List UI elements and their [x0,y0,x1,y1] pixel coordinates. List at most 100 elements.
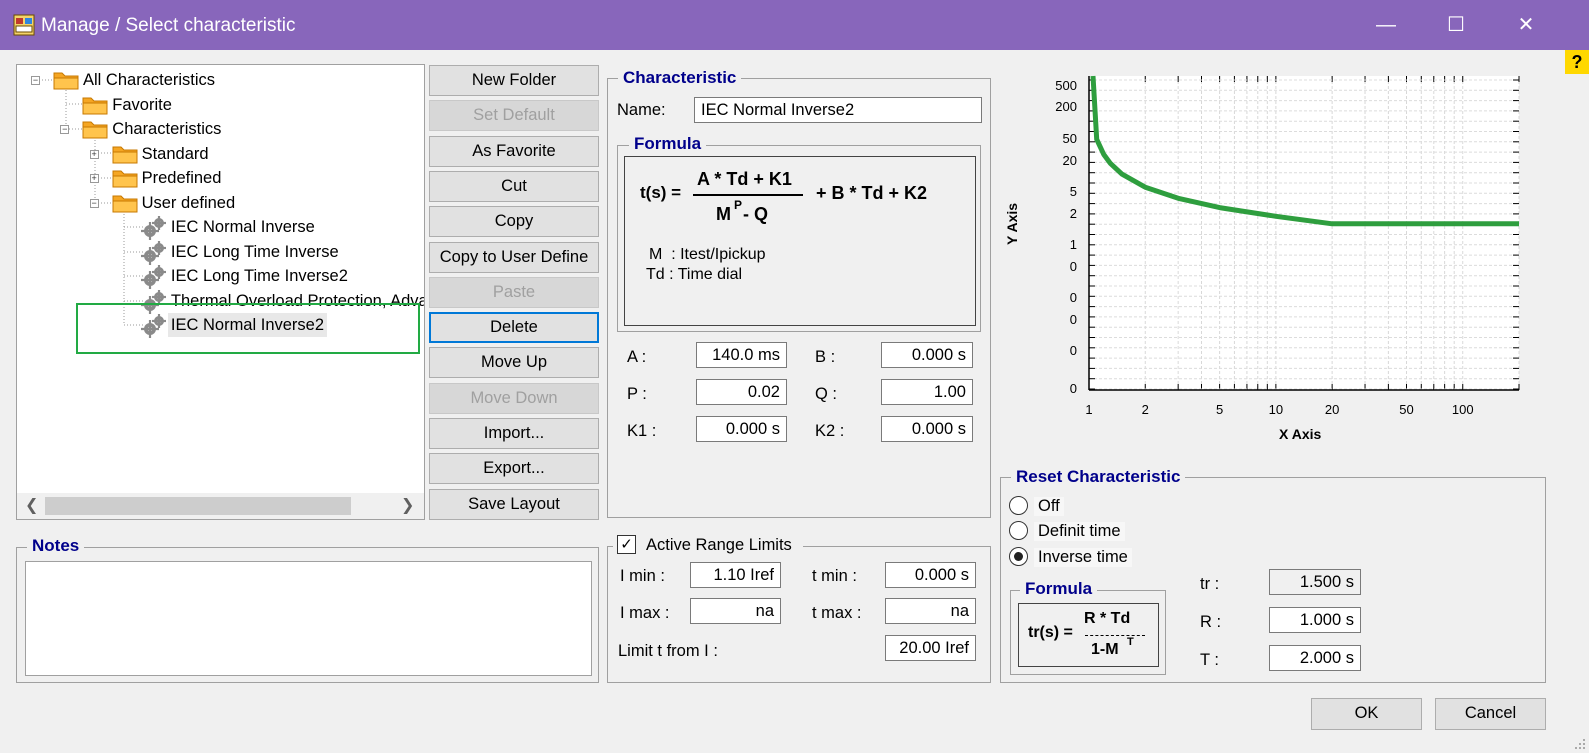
param-k1-label: K1 : [627,422,657,440]
app-icon [13,14,35,36]
tree-node-label: IEC Normal Inverse [170,218,315,236]
chart-x-tick-label: 1 [1085,402,1092,417]
scroll-left-icon[interactable]: ❮ [25,495,38,515]
chart-x-tick-label: 10 [1269,402,1283,417]
export-button[interactable]: Export... [429,453,599,485]
t-min-label: t min : [812,567,857,585]
param-k2-input[interactable]: 0.000 s [881,416,973,442]
tree-node[interactable]: − User defined [17,191,424,215]
chart-y-tick-label: 0 [1070,343,1077,358]
chart-y-tick-label: 5 [1070,184,1077,199]
chart-series-line [1090,75,1519,227]
param-b-input[interactable]: 0.000 s [881,342,973,368]
tree-node-label: User defined [141,193,236,212]
tree-node-label: Characteristics [112,120,222,138]
reset-formula-title: Formula [1020,579,1098,599]
reset-formula-lhs: tr(s) = [1028,624,1073,641]
name-input[interactable]: IEC Normal Inverse2 [694,97,982,123]
scroll-thumb[interactable] [45,497,351,515]
limit-t-input[interactable]: 20.00 Iref [885,635,976,661]
scroll-right-icon[interactable]: ❯ [401,495,414,515]
tree-node[interactable]: IEC Long Time Inverse [17,240,424,265]
reset-inverse-time-radio[interactable] [1009,547,1028,566]
tree-node-label: All Characteristics [83,71,216,89]
param-b-label: B : [815,348,836,366]
reset-off-radio[interactable] [1009,496,1028,515]
save-layout-button[interactable]: Save Layout [429,488,599,520]
new-folder-button[interactable]: New Folder [429,65,599,96]
paste-button[interactable]: Paste [429,276,599,308]
expand-icon[interactable]: + [89,174,99,183]
expand-icon[interactable]: + [89,149,99,159]
reset-definit-time-label: Definit time [1034,522,1125,541]
formula-legend-td: Td : Time dial [646,266,743,283]
reset-r-input[interactable]: 1.000 s [1269,607,1361,633]
chart-x-tick-label: 5 [1216,402,1223,417]
notes-title: Notes [27,536,85,556]
i-max-input[interactable]: na [690,598,781,624]
tree-node[interactable]: IEC Long Time Inverse2 [17,264,424,289]
chart-y-tick-label: 0 [1070,381,1077,396]
chart-y-axis-label: Y Axis [1004,202,1020,245]
selection-highlight [76,303,420,354]
chart-svg: 1 2 5 10 20 50 100500200502052100000 [1055,75,1520,417]
chart-x-axis-label: X Axis [1279,426,1322,442]
minimize-button[interactable]: — [1351,0,1421,50]
tree-node-label: IEC Long Time Inverse2 [170,267,348,285]
reset-definit-time-radio[interactable] [1009,521,1028,540]
param-p-label: P : [627,385,647,403]
delete-button[interactable]: Delete [429,312,599,344]
tree-node[interactable]: + Standard [17,142,424,166]
close-button[interactable]: ✕ [1491,0,1561,50]
param-k1-input[interactable]: 0.000 s [696,416,787,442]
move-down-button[interactable]: Move Down [429,382,599,414]
t-min-input[interactable]: 0.000 s [885,562,976,588]
collapse-icon[interactable]: − [89,198,99,208]
ok-button[interactable]: OK [1311,698,1422,730]
reset-tr-input[interactable]: 1.500 s [1269,569,1361,595]
name-label: Name: [617,101,666,119]
collapse-icon[interactable]: − [60,125,70,134]
reset-t-label: T : [1200,651,1219,669]
i-min-input[interactable]: 1.10 Iref [690,562,781,588]
formula-denominator-rest: - Q [743,204,768,224]
chart-y-tick-label: 0 [1070,259,1077,274]
t-max-label: t max : [812,604,862,622]
help-button[interactable]: ? [1565,50,1589,74]
tree-horizontal-scrollbar[interactable]: ❮ ❯ [17,493,424,519]
move-up-button[interactable]: Move Up [429,347,599,379]
maximize-button[interactable]: ☐ [1421,0,1491,50]
active-range-limits-checkbox[interactable]: ✓ [617,535,636,554]
notes-textarea[interactable] [25,561,592,676]
param-q-input[interactable]: 1.00 [881,379,973,405]
reset-inverse-time-label: Inverse time [1034,548,1132,567]
tree-node[interactable]: − Characteristics [17,117,424,141]
copy-to-user-define-button[interactable]: Copy to User Define [429,241,599,273]
active-range-limits-label: Active Range Limits [646,536,792,554]
characteristics-tree[interactable]: − All Characteristics Favorite − Characteris… [16,64,425,520]
reset-formula-numerator: R * Td [1084,610,1131,627]
tree-node-label: Favorite [112,95,172,114]
cancel-button[interactable]: Cancel [1435,698,1546,730]
param-a-input[interactable]: 140.0 ms [696,342,787,368]
t-max-input[interactable]: na [885,598,976,624]
cut-button[interactable]: Cut [429,170,599,202]
import-button[interactable]: Import... [429,418,599,449]
chart-y-tick-label: 1 [1070,237,1077,252]
as-favorite-button[interactable]: As Favorite [429,135,599,167]
tree-node[interactable]: Favorite [17,93,424,117]
resize-grip-icon[interactable] [1573,737,1587,751]
collapse-icon[interactable]: − [31,76,40,85]
tree-node[interactable]: − All Characteristics [17,68,424,92]
tree-node[interactable]: + Predefined [17,166,424,190]
reset-t-input[interactable]: 2.000 s [1269,645,1361,671]
copy-button[interactable]: Copy [429,206,599,238]
chart-y-tick-label: 0 [1070,290,1077,305]
set-default-button[interactable]: Set Default [429,100,599,132]
chart-x-tick-label: 50 [1399,402,1413,417]
formula-numerator: A * Td + K1 [697,169,792,189]
param-p-input[interactable]: 0.02 [696,379,787,405]
formula-tail: + B * Td + K2 [816,183,928,203]
param-a-label: A : [627,348,647,366]
tree-node[interactable]: IEC Normal Inverse [17,215,424,240]
